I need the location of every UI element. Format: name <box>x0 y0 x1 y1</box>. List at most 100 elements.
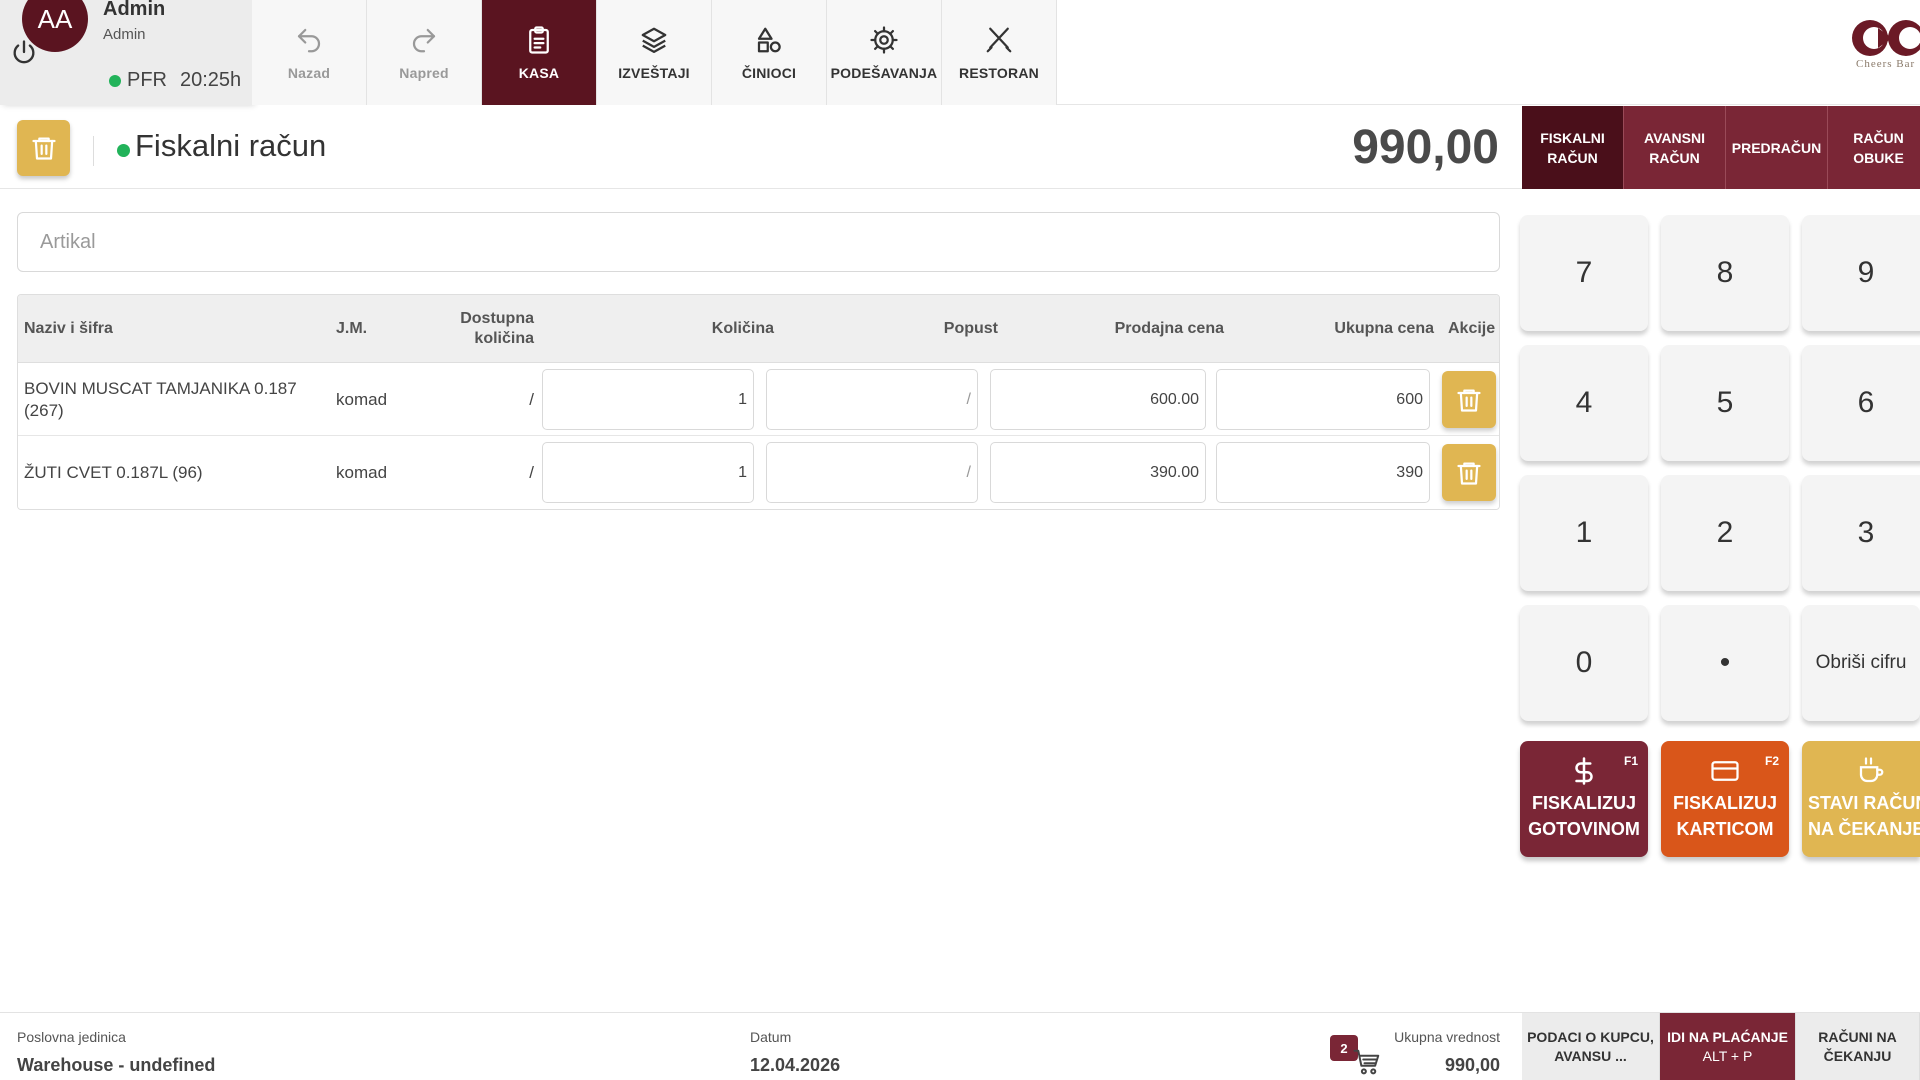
footer-bar: Poslovna jedinica Warehouse - undefined … <box>0 1012 1920 1080</box>
tab-advance-receipt[interactable]: AVANSNI RAČUN <box>1624 106 1726 189</box>
tab-training-receipt[interactable]: RAČUN OBUKE <box>1828 106 1920 189</box>
col-total-header: Ukupna cena <box>1334 320 1434 337</box>
nav-restaurant-tab[interactable]: RESTORAN <box>942 0 1057 105</box>
key-4[interactable]: 4 <box>1520 345 1648 461</box>
user-role: Admin <box>103 26 146 43</box>
price-input[interactable]: 390.00 <box>990 442 1206 503</box>
key-0[interactable]: 0 <box>1520 605 1648 721</box>
header-divider-line <box>0 188 1522 189</box>
item-name: ŽUTI CVET 0.187L (96) <box>24 462 203 482</box>
pfr-status-label: PFR <box>127 69 167 91</box>
nav-reports-tab[interactable]: IZVEŠTAJI <box>597 0 712 105</box>
cart-icon[interactable] <box>1352 1047 1382 1077</box>
key-1[interactable]: 1 <box>1520 475 1648 591</box>
delete-item-button[interactable] <box>1442 371 1496 428</box>
nav-forward-button[interactable]: Napred <box>367 0 482 105</box>
hold-receipt-button[interactable]: STAVI RAČUN NA ČEKANJE <box>1802 741 1920 857</box>
tab-fiscal-receipt[interactable]: FISKALNI RAČUN <box>1522 106 1624 189</box>
tab-label: RAČUN <box>1853 129 1904 146</box>
action-label: FISKALIZUJ <box>1531 793 1636 813</box>
shortcut-label: ALT + P <box>1702 1048 1753 1064</box>
table-header: Naziv i šifra J.M. Dostupna količina Koli… <box>18 295 1499 363</box>
session-time: 20:25h <box>180 69 242 91</box>
price-input[interactable]: 600.00 <box>990 369 1206 430</box>
table-row: ŽUTI CVET 0.187L (96) komad / 1 / 390.00… <box>18 436 1499 509</box>
action-label: IDI NA PLAĆANJE <box>1667 1029 1788 1045</box>
total-value: 990,00 <box>1444 1055 1500 1075</box>
date-value: 12.04.2026 <box>750 1055 841 1075</box>
nav-kasa-tab[interactable]: KASA <box>482 0 597 105</box>
total-input[interactable]: 390 <box>1216 442 1430 503</box>
tab-label: PREDRAČUN <box>1731 139 1822 156</box>
action-label: AVANSU ... <box>1554 1048 1627 1064</box>
item-unit: komad <box>336 389 388 409</box>
fiscalize-cash-button[interactable]: F1 FISKALIZUJ GOTOVINOM <box>1520 741 1648 857</box>
col-available-label: količina <box>474 330 534 347</box>
trash-icon <box>1457 389 1481 412</box>
key-decimal[interactable]: • <box>1661 605 1789 721</box>
nav-factors-label: ČINIOCI <box>741 64 797 81</box>
redo-icon <box>412 28 436 52</box>
date-label: Datum <box>750 1029 792 1045</box>
footer-actions: PODACI O KUPCU, AVANSU ... IDI NA PLAĆANJ… <box>1522 1013 1920 1080</box>
clear-receipt-button[interactable] <box>17 120 70 176</box>
nav-factors-tab[interactable]: ČINIOCI <box>712 0 827 105</box>
clipboard-icon <box>529 25 549 54</box>
coffee-icon <box>1859 757 1884 783</box>
nav-back-button[interactable]: Nazad <box>252 0 367 105</box>
dollar-icon <box>1575 757 1593 785</box>
user-name: Admin <box>103 0 166 20</box>
col-quantity-header: Količina <box>711 320 774 337</box>
undo-icon <box>297 28 321 52</box>
col-name-header: Naziv i šifra <box>24 320 113 337</box>
receipt-type-tabs: FISKALNI RAČUN AVANSNI RAČUN PREDRAČUN RAČ… <box>1522 106 1920 189</box>
pfr-status-dot <box>109 75 121 87</box>
key-7[interactable]: 7 <box>1520 215 1648 331</box>
nav-reports-label: IZVEŠTAJI <box>618 64 690 81</box>
item-name-line: BOVIN MUSCAT TAMJANIKA 0.187 <box>24 378 297 398</box>
action-label: FISKALIZUJ <box>1672 793 1777 813</box>
total-input[interactable]: 600 <box>1216 369 1430 430</box>
quantity-input[interactable]: 1 <box>542 369 754 430</box>
item-name-line: (267) <box>24 400 64 420</box>
power-icon[interactable] <box>10 38 38 66</box>
action-label: NA ČEKANJE <box>1808 819 1920 839</box>
header-divider <box>93 136 94 166</box>
go-to-payment-button[interactable]: IDI NA PLAĆANJE ALT + P <box>1660 1013 1796 1080</box>
tab-proforma[interactable]: PREDRAČUN <box>1726 106 1828 189</box>
delete-digit-button[interactable]: Obriši cifru <box>1802 605 1920 721</box>
quantity-input[interactable]: 1 <box>542 442 754 503</box>
action-label: PODACI O KUPCU, <box>1527 1029 1654 1045</box>
key-5[interactable]: 5 <box>1661 345 1789 461</box>
brand-logo-text: Cheers Bar <box>1856 58 1916 70</box>
col-available-label: Dostupna <box>460 310 534 327</box>
gear-icon <box>870 25 898 54</box>
tab-label: RAČUN <box>1649 149 1700 166</box>
receipt-status-dot <box>117 144 130 157</box>
fiscalize-card-button[interactable]: F2 FISKALIZUJ KARTICOM <box>1661 741 1789 857</box>
key-3[interactable]: 3 <box>1802 475 1920 591</box>
nav-settings-tab[interactable]: PODEŠAVANJA <box>827 0 942 105</box>
held-receipts-button[interactable]: RAČUNI NA ČEKANJU <box>1796 1013 1920 1080</box>
receipt-total: 990,00 <box>1352 121 1499 174</box>
key-8[interactable]: 8 <box>1661 215 1789 331</box>
key-2[interactable]: 2 <box>1661 475 1789 591</box>
shapes-icon <box>757 27 781 52</box>
discount-input[interactable]: / <box>766 369 978 430</box>
layers-icon <box>641 27 667 53</box>
user-panel: AA Admin Admin PFR 20:25h <box>0 0 252 105</box>
key-9[interactable]: 9 <box>1802 215 1920 331</box>
action-label: STAVI RAČUN <box>1808 793 1920 813</box>
credit-card-icon <box>1711 761 1739 781</box>
item-available: / <box>529 389 534 409</box>
tab-label: AVANSNI <box>1644 129 1705 146</box>
key-6[interactable]: 6 <box>1802 345 1920 461</box>
action-label: GOTOVINOM <box>1528 819 1640 839</box>
table-row: BOVIN MUSCAT TAMJANIKA 0.187 (267) komad … <box>18 363 1499 436</box>
shortcut-label: F2 <box>1764 754 1779 768</box>
customer-data-button[interactable]: PODACI O KUPCU, AVANSU ... <box>1522 1013 1660 1080</box>
discount-input[interactable]: / <box>766 442 978 503</box>
article-search-input[interactable] <box>17 212 1500 272</box>
delete-item-button[interactable] <box>1442 444 1496 501</box>
main-nav: Nazad Napred KASA IZVEŠTAJI ČINIOCI PODE… <box>252 0 1057 105</box>
